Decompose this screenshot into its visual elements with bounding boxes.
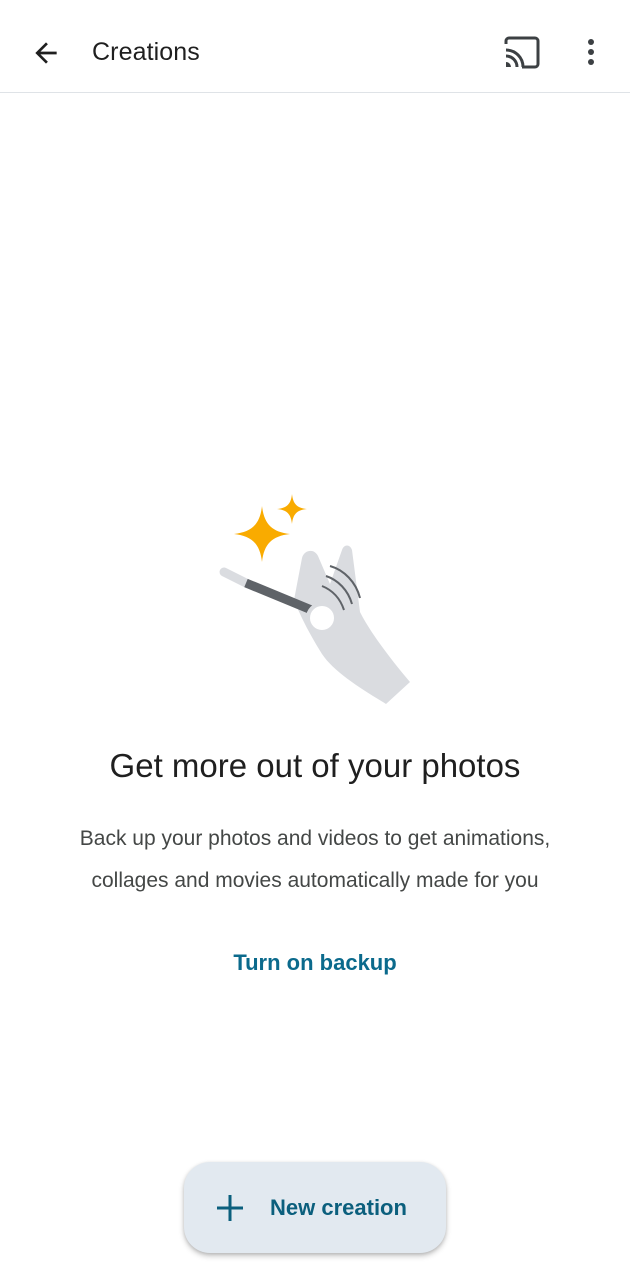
creations-screen: Creations Get more out of your photos Ba… bbox=[0, 0, 630, 1280]
magic-wand-hand-sparkles-illustration bbox=[219, 494, 410, 704]
new-creation-fab[interactable]: New creation bbox=[184, 1162, 446, 1253]
back-button[interactable] bbox=[22, 29, 70, 77]
turn-on-backup-button[interactable]: Turn on backup bbox=[205, 940, 425, 986]
cast-button[interactable] bbox=[497, 29, 545, 77]
description-line-2: collages and movies automatically made f… bbox=[91, 869, 539, 892]
more-options-button[interactable] bbox=[567, 29, 615, 77]
empty-state-description: Back up your photos and videos to get an… bbox=[40, 818, 590, 902]
more-vert-icon bbox=[588, 39, 594, 65]
description-line-1: Back up your photos and videos to get an… bbox=[79, 827, 551, 850]
plus-icon bbox=[217, 1195, 243, 1221]
empty-state-headline: Get more out of your photos bbox=[109, 747, 521, 784]
large-sparkle-icon bbox=[234, 506, 290, 562]
cast-icon bbox=[504, 36, 540, 69]
small-sparkle-icon bbox=[277, 494, 307, 524]
top-app-bar: Creations bbox=[0, 0, 630, 93]
fab-label: New creation bbox=[270, 1195, 407, 1220]
page-title: Creations bbox=[92, 38, 200, 66]
arrow-back-icon bbox=[35, 42, 57, 64]
